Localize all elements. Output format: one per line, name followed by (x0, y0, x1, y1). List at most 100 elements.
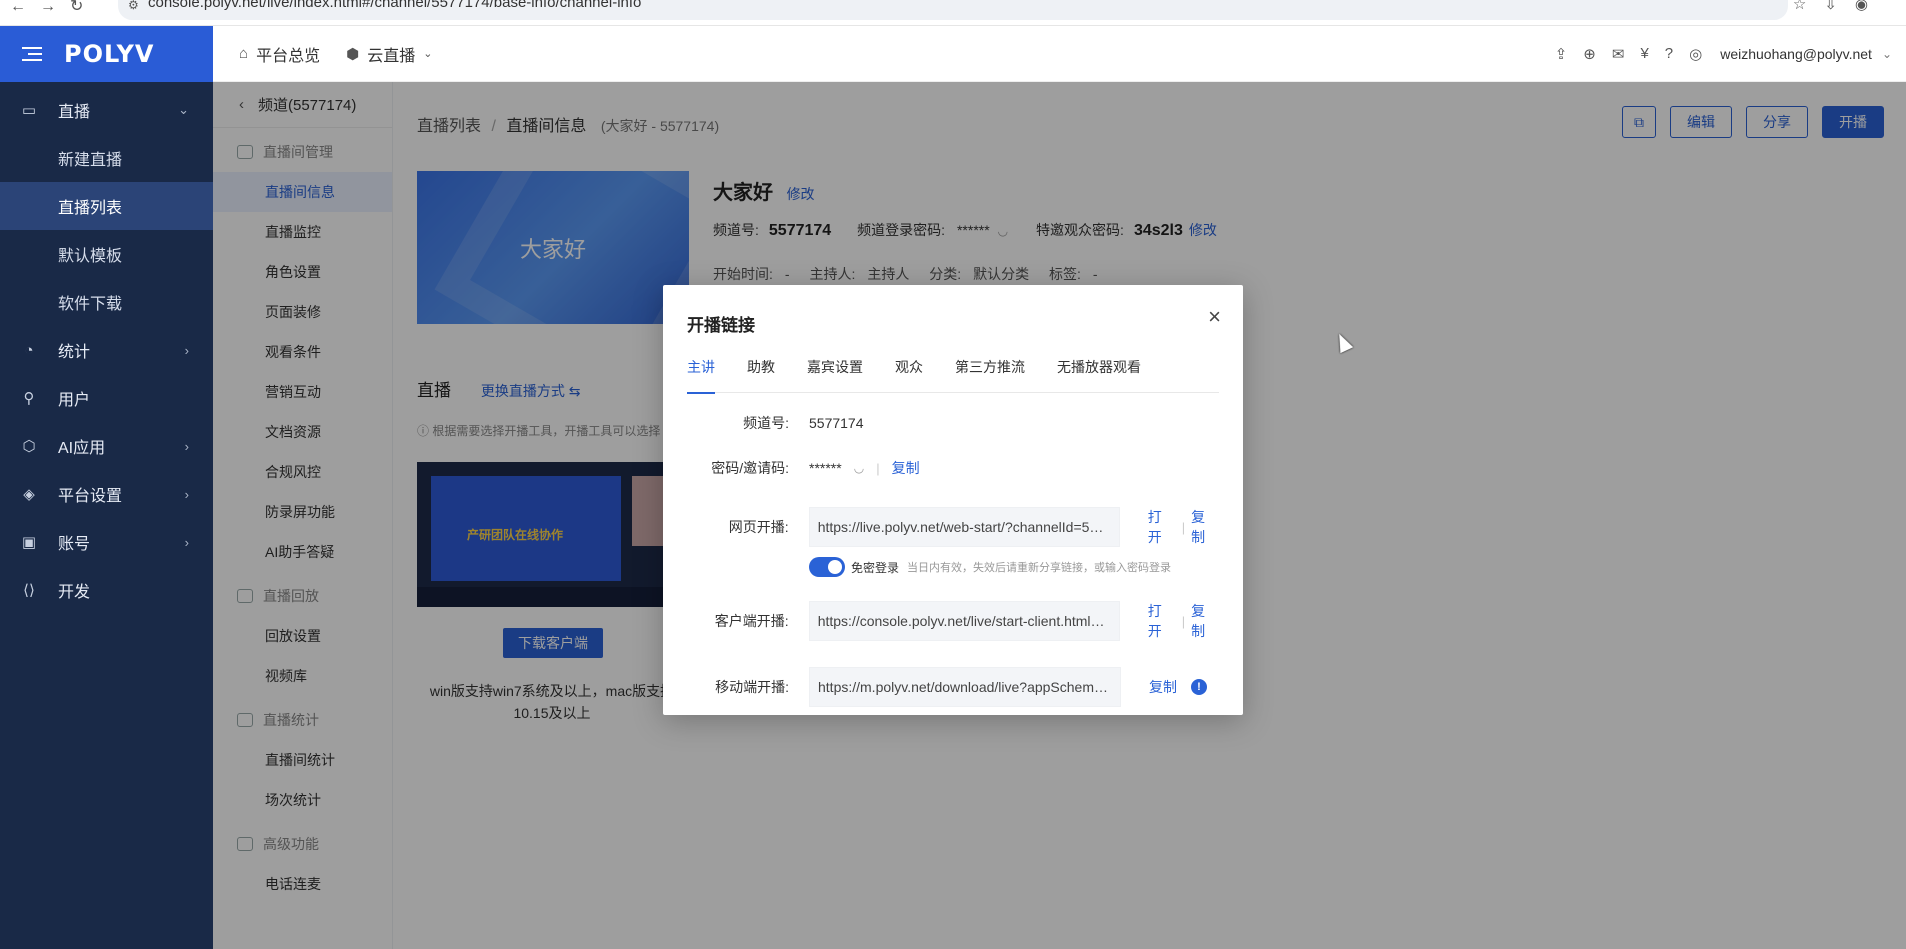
address-bar[interactable]: ⚙ console.polyv.net/live/index.html#/cha… (118, 0, 1788, 20)
tab-presenter[interactable]: 主讲 (687, 353, 715, 394)
mobile-start-url-field[interactable]: https://m.polyv.net/download/live?appSch… (809, 667, 1121, 707)
ai-icon: ⬡ (22, 438, 36, 455)
client-start-row: 客户端开播: https://console.polyv.net/live/st… (687, 601, 1219, 641)
web-start-row: 网页开播: https://live.polyv.net/web-start/?… (687, 507, 1219, 547)
cube-icon: ⬢ (346, 45, 360, 63)
top-header: ⌂ 平台总览 ⬢ 云直播 ⌄ ⇪ ⊕ ✉ ¥ ? ◎ weizhuohang@p… (213, 26, 1906, 82)
sidebar-item-label: 开发 (58, 584, 91, 601)
web-start-url-field[interactable]: https://live.polyv.net/web-start/?channe… (808, 507, 1120, 547)
sidebar-item-users[interactable]: ⚲ 用户 (0, 374, 213, 422)
cloud-live-label: 云直播 (367, 47, 416, 65)
tab-no-player[interactable]: 无播放器观看 (1057, 353, 1141, 393)
password-label: 密码/邀请码: (711, 460, 789, 476)
sidebar-item-stats[interactable]: ◔ 统计 › (0, 326, 213, 374)
channel-row: 频道号: 5577174 (687, 413, 1219, 433)
divider: | (1181, 519, 1186, 535)
mail-icon[interactable]: ✉ (1612, 45, 1625, 63)
client-start-url-field[interactable]: https://console.polyv.net/live/start-cli… (808, 601, 1120, 641)
upload-icon[interactable]: ⇪ (1555, 45, 1568, 63)
chart-icon: ◔ (24, 341, 34, 359)
password-row: 密码/邀请码: ****** ◡ | 复制 (687, 458, 1219, 478)
modal-tabs: 主讲 助教 嘉宾设置 观众 第三方推流 无播放器观看 (687, 353, 1219, 394)
home-icon: ⌂ (239, 45, 249, 62)
mobile-start-url: https://m.polyv.net/download/live?appSch… (818, 679, 1112, 695)
sidebar-item-platform-settings[interactable]: ◈ 平台设置 › (0, 470, 213, 518)
chevron-down-icon[interactable]: ⌄ (1882, 47, 1892, 61)
sidebar-sub-software-download[interactable]: 软件下载 (0, 278, 213, 326)
modal-title: 开播链接 (687, 316, 755, 335)
platform-overview-link[interactable]: ⌂ 平台总览 (239, 42, 320, 66)
mobile-start-row: 移动端开播: https://m.polyv.net/download/live… (687, 667, 1219, 707)
open-web-start-link[interactable]: 打开 (1148, 507, 1176, 547)
chevron-right-icon: › (184, 342, 189, 358)
client-start-label: 客户端开播: (714, 613, 789, 629)
sidebar-item-label: 平台设置 (58, 488, 123, 505)
channel-label: 频道号: (743, 415, 789, 431)
sidebar-item-label: AI应用 (58, 440, 106, 457)
polyv-logo: POLYV (64, 40, 155, 68)
main-sidebar: POLYV ▭ 直播 ⌄ 新建直播 直播列表 默认模板 软件下载 ◔ 统计 › … (0, 26, 213, 949)
no-login-tip: 当日内有效，失效后请重新分享链接，或输入密码登录 (907, 562, 1172, 574)
start-link-modal: 开播链接 × 主讲 助教 嘉宾设置 观众 第三方推流 无播放器观看 频道号: 5… (663, 285, 1243, 715)
user-account[interactable]: weizhuohang@polyv.net (1720, 46, 1872, 62)
no-login-row: 免密登录 当日内有效，失效后请重新分享链接，或输入密码登录 (687, 557, 1219, 577)
eye-closed-icon[interactable]: ◡ (854, 461, 864, 475)
chevron-down-icon: ⌄ (178, 102, 189, 117)
download-icon[interactable]: ⊕ (1583, 45, 1596, 63)
channel-value: 5577174 (809, 415, 864, 431)
browser-toolbar: ←→↻ ⚙ console.polyv.net/live/index.html#… (0, 0, 1906, 26)
sidebar-item-ai[interactable]: ⬡ AI应用 › (0, 422, 213, 470)
video-icon: ▭ (21, 102, 37, 119)
client-start-url: https://console.polyv.net/live/start-cli… (817, 613, 1111, 629)
id-card-icon: ▣ (21, 534, 37, 551)
sidebar-item-develop[interactable]: ⟨⟩ 开发 (0, 566, 213, 614)
logo-bar: POLYV (0, 26, 213, 82)
tab-audience[interactable]: 观众 (895, 353, 923, 393)
open-client-start-link[interactable]: 打开 (1148, 601, 1176, 641)
tab-guest-settings[interactable]: 嘉宾设置 (807, 353, 863, 393)
no-login-label: 免密登录 (851, 560, 900, 575)
divider: | (1181, 613, 1186, 629)
chevron-right-icon: › (184, 486, 189, 502)
cloud-live-menu[interactable]: ⬢ 云直播 ⌄ (346, 42, 440, 66)
code-icon: ⟨⟩ (23, 582, 35, 599)
browser-right-icons[interactable]: ☆⇩◉ (1793, 0, 1886, 13)
password-value: ****** (809, 460, 842, 476)
help-icon[interactable]: ? (1665, 45, 1673, 62)
sidebar-item-label: 账号 (58, 536, 91, 553)
tab-third-party-push[interactable]: 第三方推流 (955, 353, 1025, 393)
sidebar-item-label: 统计 (58, 344, 91, 361)
user-icon: ⚲ (23, 390, 35, 407)
sidebar-sub-default-template[interactable]: 默认模板 (0, 230, 213, 278)
sidebar-sub-new-live[interactable]: 新建直播 (0, 134, 213, 182)
no-login-toggle[interactable] (809, 557, 845, 577)
mobile-start-label: 移动端开播: (715, 679, 789, 695)
chevron-right-icon: › (184, 534, 189, 550)
web-start-label: 网页开播: (728, 519, 789, 535)
header-tools: ⇪ ⊕ ✉ ¥ ? ◎ weizhuohang@polyv.net ⌄ (1539, 45, 1892, 63)
divider: | (876, 460, 880, 476)
chevron-right-icon: › (184, 438, 189, 454)
sidebar-item-live[interactable]: ▭ 直播 ⌄ (0, 86, 213, 134)
sidebar-item-label: 用户 (58, 392, 91, 409)
web-start-url: https://live.polyv.net/web-start/?channe… (817, 519, 1111, 535)
menu-toggle-icon[interactable] (22, 47, 42, 61)
close-icon[interactable]: × (1208, 306, 1221, 328)
info-exclamation-icon[interactable]: ! (1191, 679, 1207, 695)
layers-icon: ◈ (23, 486, 35, 503)
browser-nav-icons[interactable]: ←→↻ (10, 0, 97, 16)
currency-icon[interactable]: ¥ (1640, 45, 1648, 62)
sidebar-item-label: 直播 (58, 104, 91, 121)
copy-password-link[interactable]: 复制 (892, 458, 920, 478)
sidebar-item-account[interactable]: ▣ 账号 › (0, 518, 213, 566)
chevron-down-icon: ⌄ (423, 48, 433, 60)
site-info-icon[interactable]: ⚙ (128, 0, 139, 14)
copy-mobile-start-link[interactable]: 复制 (1149, 677, 1177, 697)
copy-web-start-link[interactable]: 复制 (1191, 507, 1219, 547)
tab-assistant[interactable]: 助教 (747, 353, 775, 393)
sidebar-sub-live-list[interactable]: 直播列表 (0, 182, 213, 230)
copy-client-start-link[interactable]: 复制 (1191, 601, 1219, 641)
url-text: console.polyv.net/live/index.html#/chann… (148, 0, 642, 11)
platform-overview-label: 平台总览 (256, 47, 321, 65)
globe-icon[interactable]: ◎ (1689, 45, 1702, 63)
